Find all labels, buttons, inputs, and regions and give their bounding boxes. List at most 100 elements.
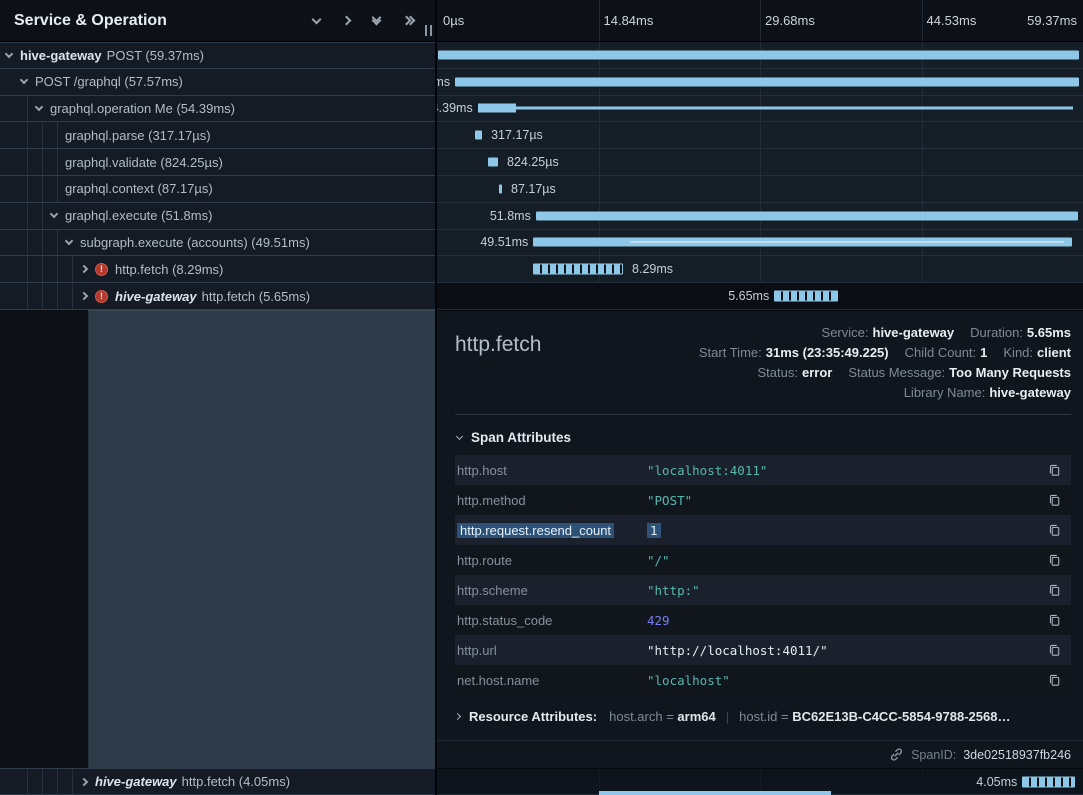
spanid-value: 3de02518937fb246: [963, 748, 1071, 762]
tree-row[interactable]: POST /graphql (57.57ms): [0, 69, 435, 96]
chevron-right-icon[interactable]: [80, 777, 88, 785]
copy-attribute-button[interactable]: [1046, 461, 1063, 479]
timeline-row[interactable]: 5.65ms: [437, 283, 1083, 310]
chevron-down-icon: [312, 14, 322, 24]
operation-label: graphql.validate (824.25µs): [65, 155, 223, 170]
span-attributes-header[interactable]: Span Attributes: [457, 430, 1071, 445]
timeline-row[interactable]: 49.51ms: [437, 230, 1083, 257]
copy-attribute-button[interactable]: [1046, 611, 1063, 629]
attribute-value: "http://localhost:4011/": [647, 643, 1046, 658]
span-bar[interactable]: [536, 211, 1079, 220]
meta-label: Duration:: [970, 325, 1023, 340]
tree-row[interactable]: !hive-gatewayhttp.fetch (5.65ms): [0, 283, 435, 310]
tree-row[interactable]: hive-gatewayPOST (59.37ms): [0, 42, 435, 69]
detail-footer: SpanID: 3de02518937fb246: [437, 740, 1083, 768]
attribute-row[interactable]: http.scheme"http:": [455, 575, 1071, 605]
resource-attributes-values: host.arch = arm64|host.id = BC62E13B-C4C…: [609, 709, 1010, 724]
chevron-down-icon[interactable]: [65, 237, 73, 245]
copy-icon: [1048, 493, 1061, 507]
duration-label: 51.8ms: [490, 209, 531, 223]
chevron-right-icon[interactable]: [80, 292, 88, 300]
tree-row[interactable]: graphql.operation Me (54.39ms): [0, 96, 435, 123]
attribute-row[interactable]: http.request.resend_count1: [455, 515, 1071, 545]
span-bar[interactable]: [774, 291, 837, 302]
attribute-row[interactable]: http.method"POST": [455, 485, 1071, 515]
span-bar[interactable]: [1022, 776, 1075, 787]
panel-resizer-handle[interactable]: [425, 25, 432, 36]
timeline-row[interactable]: 51.8ms: [437, 203, 1083, 230]
attribute-value: 429: [647, 613, 1046, 628]
chevron-down-icon: [456, 432, 463, 439]
expand-all-button[interactable]: [400, 14, 417, 27]
span-bar[interactable]: [455, 77, 1079, 86]
tree-row[interactable]: subgraph.execute (accounts) (49.51ms): [0, 230, 435, 257]
error-icon: !: [95, 263, 108, 276]
attribute-key: http.url: [455, 643, 647, 658]
operation-label: graphql.operation Me (54.39ms): [50, 101, 235, 116]
chevron-right-icon[interactable]: [80, 265, 88, 273]
left-panel-header: Service & Operation: [0, 0, 435, 42]
copy-attribute-button[interactable]: [1046, 641, 1063, 659]
attribute-row[interactable]: http.route"/": [455, 545, 1071, 575]
copy-attribute-button[interactable]: [1046, 581, 1063, 599]
chevron-down-icon[interactable]: [50, 210, 58, 218]
span-bar[interactable]: [488, 158, 498, 167]
copy-attribute-button[interactable]: [1046, 551, 1063, 569]
tree-row[interactable]: graphql.execute (51.8ms): [0, 203, 435, 230]
meta-value: 31ms (23:35:49.225): [766, 345, 889, 360]
chevron-down-icon[interactable]: [35, 103, 43, 111]
span-bar[interactable]: [499, 184, 502, 193]
span-bar[interactable]: [478, 104, 1073, 113]
meta-value: client: [1037, 345, 1071, 360]
attribute-value: "http:": [647, 583, 1046, 598]
timeline-row[interactable]: 87.17µs: [437, 176, 1083, 203]
attribute-row[interactable]: http.host"localhost:4011": [455, 455, 1071, 485]
tree-row[interactable]: hive-gatewayhttp.fetch (4.05ms): [0, 768, 435, 795]
operation-label: POST (59.37ms): [107, 48, 204, 63]
link-icon: [889, 747, 904, 762]
ruler-gridline: [922, 0, 923, 41]
duration-label: 49.51ms: [480, 235, 528, 249]
timeline-row[interactable]: 8.29ms: [437, 256, 1083, 283]
tree-row[interactable]: graphql.validate (824.25µs): [0, 149, 435, 176]
collapse-all-button[interactable]: [370, 14, 383, 27]
attribute-row[interactable]: http.url"http://localhost:4011/": [455, 635, 1071, 665]
tree-row[interactable]: graphql.parse (317.17µs): [0, 122, 435, 149]
span-bar[interactable]: [533, 264, 623, 275]
trace-viewer: Service & Operation hive-gatewayPOST (59…: [0, 0, 1083, 795]
child-extent-line: [630, 242, 1064, 243]
meta-pair: Status:error: [758, 365, 833, 380]
duration-label: 824.25µs: [507, 155, 559, 169]
attribute-row[interactable]: net.host.name"localhost": [455, 665, 1071, 695]
timeline-ruler: 0µs 14.84ms 29.68ms 44.53ms 59.37ms: [437, 0, 1083, 42]
meta-pair: Service:hive-gateway: [822, 325, 955, 340]
tick-label: 59.37ms: [1027, 13, 1077, 28]
expand-one-button[interactable]: [340, 14, 353, 27]
copy-icon: [1048, 463, 1061, 477]
attribute-key: http.scheme: [455, 583, 647, 598]
timeline-row[interactable]: 317.17µs: [437, 122, 1083, 149]
span-bar[interactable]: [533, 238, 1072, 247]
copy-attribute-button[interactable]: [1046, 671, 1063, 689]
span-bar[interactable]: [438, 50, 1079, 59]
span-bar[interactable]: [475, 131, 482, 140]
service-name: hive-gateway: [115, 289, 197, 304]
detail-span-name: http.fetch: [455, 325, 541, 405]
tree-toolbar: [310, 14, 417, 27]
tree-row[interactable]: !http.fetch (8.29ms): [0, 256, 435, 283]
timeline-row[interactable]: 59.37ms: [437, 42, 1083, 69]
attribute-row[interactable]: http.status_code429: [455, 605, 1071, 635]
chevron-down-icon[interactable]: [20, 76, 28, 84]
ruler-gridline: [760, 0, 761, 41]
duration-label: 5.65ms: [728, 289, 769, 303]
copy-attribute-button[interactable]: [1046, 521, 1063, 539]
copy-attribute-button[interactable]: [1046, 491, 1063, 509]
tree-row[interactable]: graphql.context (87.17µs): [0, 176, 435, 203]
attribute-value: "/": [647, 553, 1046, 568]
resource-attributes-row[interactable]: Resource Attributes: host.arch = arm64|h…: [455, 709, 1071, 724]
collapse-one-button[interactable]: [310, 16, 323, 26]
chevron-down-icon[interactable]: [5, 50, 13, 58]
timeline-row[interactable]: 54.39ms: [437, 96, 1083, 123]
timeline-row[interactable]: 824.25µs: [437, 149, 1083, 176]
timeline-row[interactable]: 57.57ms: [437, 69, 1083, 96]
